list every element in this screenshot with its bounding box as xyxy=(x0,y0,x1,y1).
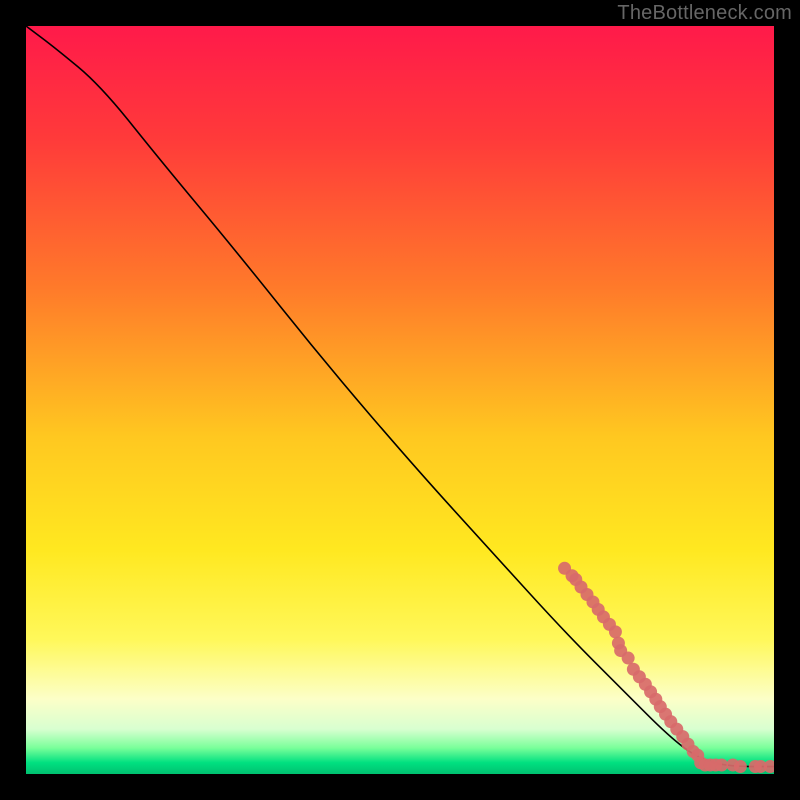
data-point xyxy=(622,652,635,665)
data-point xyxy=(734,760,747,773)
chart-plot-area xyxy=(26,26,774,774)
data-point xyxy=(715,759,728,772)
data-point xyxy=(609,625,622,638)
watermark-text: TheBottleneck.com xyxy=(617,2,792,25)
gradient-background xyxy=(26,26,774,774)
chart-svg xyxy=(26,26,774,774)
